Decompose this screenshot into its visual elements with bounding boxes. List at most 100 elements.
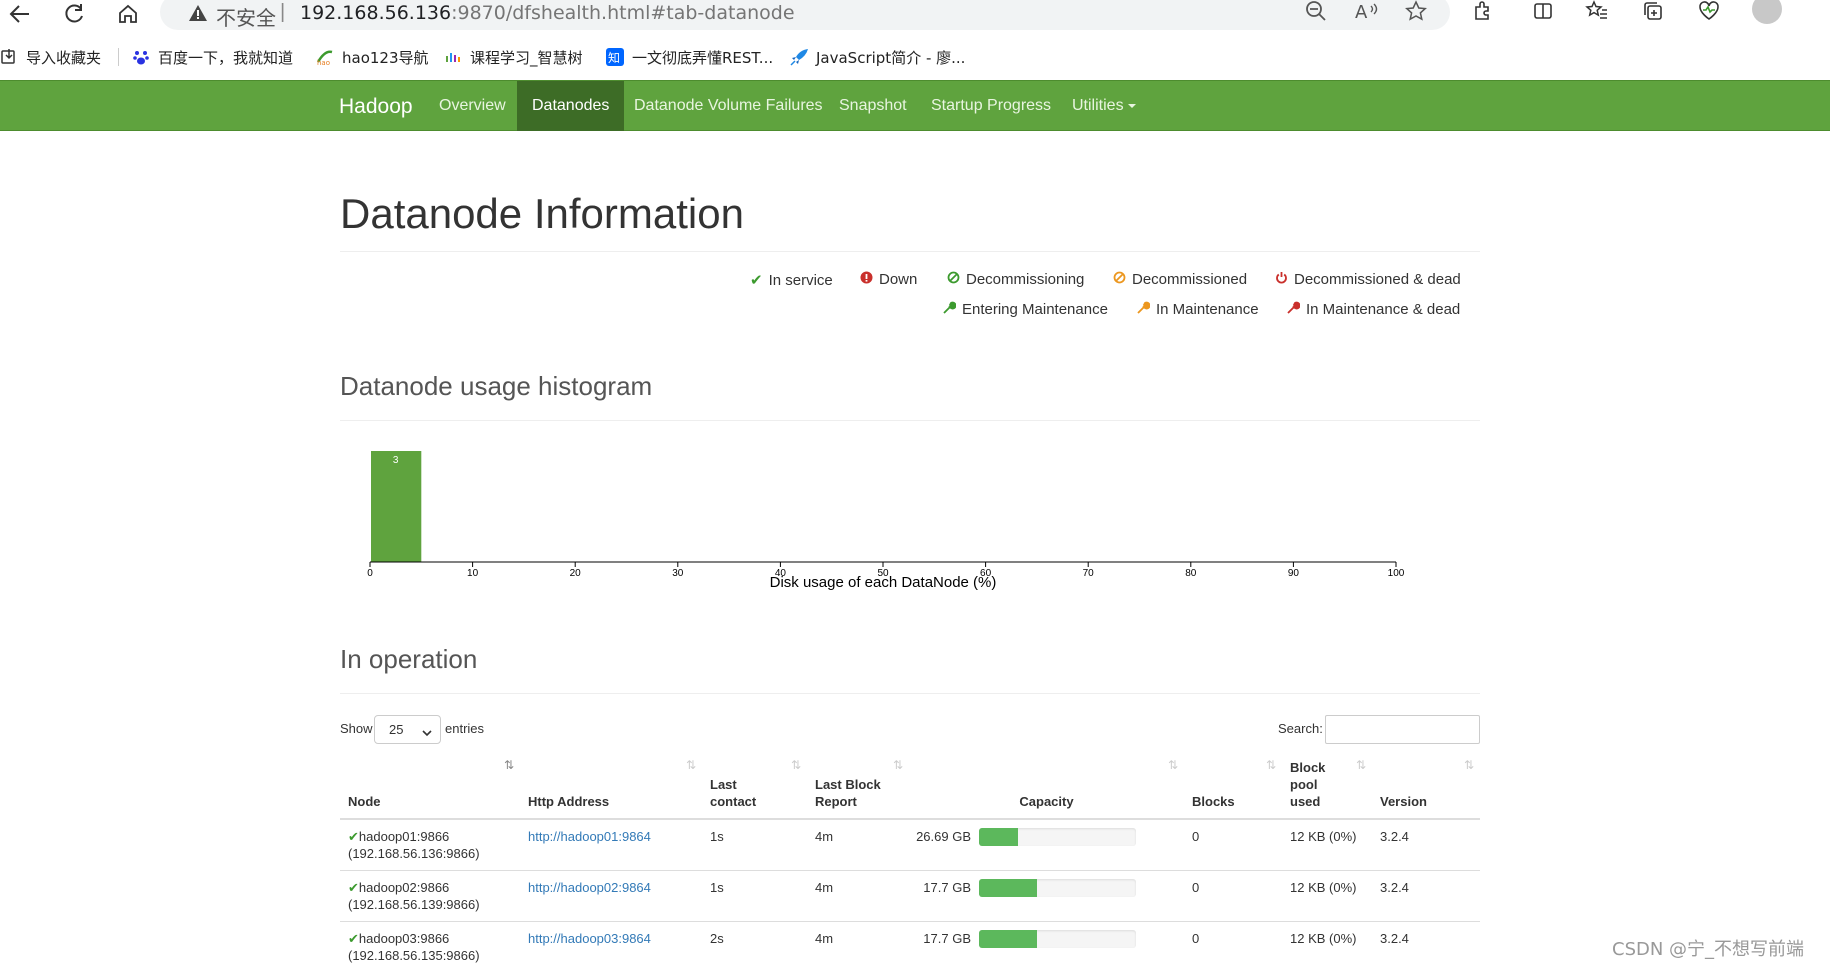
blocks-cell: 0 [1184,870,1282,922]
sort-icon: ⇅ [892,758,903,772]
warning-icon [188,4,208,27]
legend-in-maintenance-dead: In Maintenance & dead [1287,301,1460,318]
http-link[interactable]: http://hadoop01:9864 [528,829,651,844]
bookmark-import[interactable]: 导入收藏夹 [0,44,101,70]
legend-label: Decommissioning [966,271,1085,288]
browser-toolbar: 不安全 | 192.168.56.136:9870/dfshealth.html… [0,0,1830,40]
zoom-out-icon[interactable] [1305,0,1327,27]
zhihu-icon: 知 [606,48,624,66]
nav-datanodes[interactable]: Datanodes [517,81,625,131]
http-cell: http://hadoop01:9864 [520,818,702,871]
health-icon[interactable] [1692,0,1726,26]
header-label: Block pool used [1290,760,1326,809]
page-title: Datanode Information [340,190,744,237]
header-label: Http Address [528,794,610,809]
navbar-brand[interactable]: Hadoop [339,95,413,119]
col-http-address[interactable]: Http Address ⇅ [520,751,702,820]
nav-startup-progress[interactable]: Startup Progress [916,81,1066,131]
table-row: ✔hadoop01:9866 (192.168.56.136:9866) http… [340,818,1480,871]
nav-snapshot[interactable]: Snapshot [824,81,922,131]
node-cell: ✔hadoop01:9866 (192.168.56.136:9866) [340,818,520,871]
read-aloud-icon[interactable]: A [1355,0,1379,27]
address-bar[interactable]: 不安全 | 192.168.56.136:9870/dfshealth.html… [160,0,1450,30]
capacity-bar-fill [979,879,1038,897]
col-capacity[interactable]: Capacity ⇅ [909,751,1184,820]
legend-label: Entering Maintenance [962,301,1108,318]
bookmark-baidu[interactable]: 百度一下，我就知道 [132,44,293,70]
favorite-star-icon[interactable] [1405,0,1427,27]
legend-in-maintenance: In Maintenance [1137,301,1259,318]
http-link[interactable]: http://hadoop03:9864 [528,931,651,946]
x-tick-label: 10 [467,568,479,579]
http-cell: http://hadoop03:9864 [520,921,702,966]
bookmark-label: 课程学习_智慧树 [470,48,583,67]
home-icon[interactable] [112,0,144,28]
bar-count-label: 3 [393,455,399,466]
node-name: hadoop02:9866 [358,880,450,895]
bookmark-hao123[interactable]: hao hao123导航 [316,44,429,70]
node-ip: (192.168.56.139:9866) [348,897,480,912]
sort-icon: ⇅ [1167,758,1178,772]
capacity-bar-fill [979,930,1038,948]
blocks-cell: 0 [1184,921,1282,966]
last-block-report-cell: 4m [807,818,909,871]
check-icon: ✔ [348,931,359,946]
favorites-list-icon[interactable] [1580,0,1614,26]
node-ip: (192.168.56.135:9866) [348,948,480,963]
bookmark-label: JavaScript简介 - 廖... [816,48,966,67]
capacity-cell: 17.7 GB [909,870,1184,922]
version-cell: 3.2.4 [1372,818,1480,871]
profile-avatar[interactable] [1752,0,1782,24]
exclamation-icon [860,271,873,288]
node-name: hadoop01:9866 [358,829,450,844]
search-input[interactable] [1325,715,1480,744]
svg-text:A: A [1355,2,1368,22]
x-tick-label: 0 [367,568,373,579]
last-block-report-cell: 4m [807,870,909,922]
col-block-pool-used[interactable]: Block pool used ⇅ [1282,751,1372,820]
legend-decommissioning: Decommissioning [947,271,1084,288]
entries-label: entries [445,721,485,736]
nav-datanode-volume-failures[interactable]: Datanode Volume Failures [619,81,838,131]
operation-title: In operation [340,644,478,674]
col-node[interactable]: Node ⇅ [340,751,520,820]
x-tick-label: 90 [1288,568,1300,579]
nav-overview[interactable]: Overview [424,81,521,131]
extensions-icon[interactable] [1466,0,1500,26]
bookmark-zhihuishu[interactable]: 课程学习_智慧树 [444,44,583,70]
bookmarks-divider [118,48,119,66]
refresh-icon[interactable] [58,0,90,28]
blocks-cell: 0 [1184,818,1282,871]
col-last-block-report[interactable]: Last Block Report ⇅ [807,751,909,820]
node-cell: ✔hadoop03:9866 (192.168.56.135:9866) [340,921,520,966]
split-screen-icon[interactable] [1526,0,1560,26]
bookmark-zhihu[interactable]: 知 一文彻底弄懂REST... [606,44,773,70]
rocket-icon [790,48,808,66]
col-version[interactable]: Version ⇅ [1372,751,1480,820]
http-link[interactable]: http://hadoop02:9864 [528,880,651,895]
header-label: Last Block Report [815,777,881,809]
last-contact-cell: 1s [702,870,807,922]
sort-icon: ⇅ [685,758,696,772]
histogram-chart: 30 10 20 30 40 50 60 70 80 90 100Disk usage of eac… [367,451,1405,591]
bookmark-label: hao123导航 [342,48,429,67]
header-label: Capacity [1019,794,1074,809]
entries-select[interactable]: 25 [374,715,441,744]
col-blocks[interactable]: Blocks ⇅ [1184,751,1282,820]
legend-label: In Maintenance [1156,301,1259,318]
col-last-contact[interactable]: Last contact ⇅ [702,751,807,820]
back-icon[interactable] [4,0,36,28]
legend-in-service: ✔ In service [750,271,833,290]
zhihuishu-icon [444,48,462,66]
nav-utilities-label: Utilities [1072,97,1124,114]
collections-icon[interactable] [1636,0,1670,26]
search-label: Search: [1278,721,1323,736]
csdn-watermark: CSDN @宁_不想写前端 [1612,939,1805,960]
datanode-table: Node ⇅ Http Address ⇅ Last contact ⇅ Last B… [340,751,1480,966]
divider [340,693,1480,694]
last-contact-cell: 2s [702,921,807,966]
nav-utilities[interactable]: Utilities [1057,81,1151,131]
version-cell: 3.2.4 [1372,870,1480,922]
bookmark-javascript[interactable]: JavaScript简介 - 廖... [790,44,965,70]
capacity-value: 17.7 GB [923,931,971,946]
